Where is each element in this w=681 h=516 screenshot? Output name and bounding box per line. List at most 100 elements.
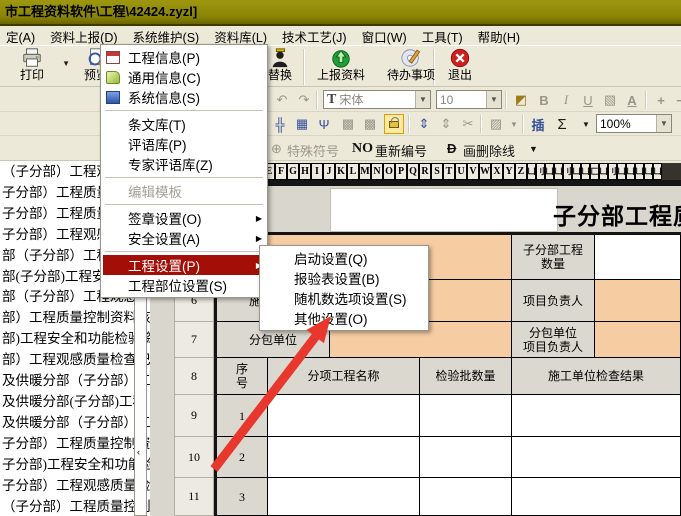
font-size-select[interactable]: 10 ▼ [436, 90, 502, 109]
column-tab[interactable]: 凵 [581, 163, 590, 180]
submenu-item-3[interactable]: 其他设置(O) [262, 308, 426, 328]
chevron-down-icon[interactable]: ▼ [504, 115, 524, 133]
menu-item-14[interactable]: 工程部位设置(S) [103, 275, 265, 295]
menu-item-1[interactable]: 通用信息(C) [103, 67, 265, 87]
column-tab[interactable]: R [419, 163, 431, 180]
column-tab[interactable]: K [335, 163, 347, 180]
tree-item[interactable]: （子分部）工程质量控制 [2, 497, 150, 516]
column-tab[interactable]: Z [515, 163, 527, 180]
column-tab[interactable]: W [479, 163, 491, 180]
column-tab[interactable]: 凵 [653, 163, 662, 180]
row-header[interactable]: 10 [174, 437, 214, 478]
column-tab[interactable]: U [455, 163, 467, 180]
menu-item-4[interactable]: 条文库(T) [103, 114, 265, 134]
tree-item[interactable]: 及供暖分部（子分部）工 [2, 371, 150, 392]
column-tab[interactable]: 凵 [527, 163, 536, 180]
submenu-item-0[interactable]: 启动设置(Q) [262, 248, 426, 268]
splitter-bar[interactable]: ‹ [134, 288, 147, 516]
exit-button[interactable]: 退出 [438, 47, 482, 87]
column-tab[interactable]: L [347, 163, 359, 180]
special-symbol-button[interactable]: 特殊符号 [287, 141, 339, 160]
column-tab[interactable]: N [371, 163, 383, 180]
shading-select[interactable]: ▨ [486, 115, 506, 133]
menubar-item-0[interactable]: 定(A) [6, 27, 35, 46]
tree-item[interactable]: 及供暖分部（子分部）工 [2, 413, 150, 434]
title-bar[interactable]: 市工程资料软件\工程\42424.zyzl] [0, 0, 681, 26]
column-tab[interactable]: P [395, 163, 407, 180]
tree-item[interactable]: 部）工程质量控制资料核 [2, 308, 150, 329]
font-color-button[interactable]: A [622, 91, 642, 109]
menubar-item-7[interactable]: 帮助(H) [478, 27, 520, 46]
pattern-fill-2-button[interactable]: ▩ [360, 115, 380, 133]
column-tab[interactable]: Y [503, 163, 515, 180]
table-cell[interactable] [268, 437, 420, 478]
chevron-down-icon[interactable]: ▼ [62, 59, 70, 68]
table-cell[interactable] [595, 322, 681, 358]
renumber-button[interactable]: 重新编号 [375, 141, 427, 160]
column-tab[interactable]: 刂 [536, 163, 545, 180]
table-cell[interactable] [420, 437, 512, 478]
tree-item[interactable]: 部）工程观感质量检查记 [2, 350, 150, 371]
menubar-item-4[interactable]: 技术工艺(J) [282, 27, 347, 46]
menu-item-13[interactable]: 工程设置(P)▶ [103, 255, 265, 275]
menu-item-2[interactable]: 系统信息(S) [103, 87, 265, 107]
column-tab[interactable]: O [383, 163, 395, 180]
column-tab[interactable]: 匚 [590, 163, 599, 180]
column-tab[interactable]: Q [407, 163, 419, 180]
column-tab[interactable]: 凵 [617, 163, 626, 180]
column-tab[interactable]: M [359, 163, 371, 180]
row-header[interactable]: 9 [174, 395, 214, 437]
column-tab[interactable]: V [467, 163, 479, 180]
print-button[interactable]: 打印▼ [6, 47, 58, 87]
menu-item-10[interactable]: 签章设置(O)▶ [103, 208, 265, 228]
bold-button[interactable]: B [534, 91, 554, 109]
menu-item-5[interactable]: 评语库(P) [103, 134, 265, 154]
table-cell[interactable] [512, 437, 681, 478]
underline-button[interactable]: U [578, 91, 598, 109]
chevron-down-icon[interactable]: ▼ [486, 91, 501, 108]
chevron-down-icon[interactable]: ▼ [576, 115, 596, 133]
submenu-item-2[interactable]: 随机数选项设置(S) [262, 288, 426, 308]
upload-button[interactable]: 上报资料 [308, 47, 374, 87]
lock-button[interactable] [384, 114, 404, 134]
menubar-item-5[interactable]: 窗口(W) [362, 27, 407, 46]
zoom-in-button[interactable]: + [651, 91, 671, 109]
submenu-item-1[interactable]: 报验表设置(B) [262, 268, 426, 288]
format-paint-button[interactable]: ◩ [511, 91, 531, 109]
column-tab[interactable]: 凵 [572, 163, 581, 180]
insert-button[interactable]: 插 [528, 115, 548, 133]
table-cell[interactable] [595, 280, 681, 322]
row-header[interactable]: 8 [174, 358, 214, 395]
zoom-out-button[interactable]: − [670, 91, 681, 109]
table-cell[interactable] [420, 395, 512, 437]
column-tab[interactable]: X [491, 163, 503, 180]
font-family-select[interactable]: T 宋体 ▼ [323, 90, 431, 109]
cut-button[interactable]: ✂ [458, 115, 478, 133]
sum-button[interactable]: Σ [552, 115, 572, 133]
merge-cell-button[interactable]: Ψ [314, 115, 334, 133]
table-cell[interactable] [512, 478, 681, 516]
column-tab[interactable]: 凵 [545, 163, 554, 180]
column-tab[interactable]: 刂 [563, 163, 572, 180]
table-cell[interactable] [268, 395, 420, 437]
column-tab[interactable]: F [275, 163, 287, 180]
line-spacing-decrease-button[interactable]: ⇕ [436, 115, 456, 133]
table-cell[interactable] [420, 478, 512, 516]
undo-button[interactable]: ↶ [272, 91, 292, 109]
column-tab[interactable]: 凵 [635, 163, 644, 180]
tree-item[interactable]: 子分部)工程安全和功能检 [2, 455, 150, 476]
table-cell[interactable] [512, 395, 681, 437]
todo-button[interactable]: 待办事项 [378, 47, 444, 87]
column-tab[interactable]: I [311, 163, 323, 180]
menubar-item-6[interactable]: 工具(T) [422, 27, 463, 46]
column-tab[interactable]: J [323, 163, 335, 180]
column-tab[interactable]: 凵 [626, 163, 635, 180]
zoom-select[interactable]: 100% ▼ [596, 114, 672, 133]
menu-item-11[interactable]: 安全设置(A)▶ [103, 228, 265, 248]
column-tab[interactable]: 凵 [599, 163, 608, 180]
strikethrough-button[interactable]: 画删除线 [463, 141, 515, 160]
menu-item-6[interactable]: 专家评语库(Z) [103, 154, 265, 174]
column-tab[interactable]: 刂 [608, 163, 617, 180]
row-header[interactable]: 7 [174, 322, 214, 358]
column-tab[interactable]: 凵 [644, 163, 653, 180]
